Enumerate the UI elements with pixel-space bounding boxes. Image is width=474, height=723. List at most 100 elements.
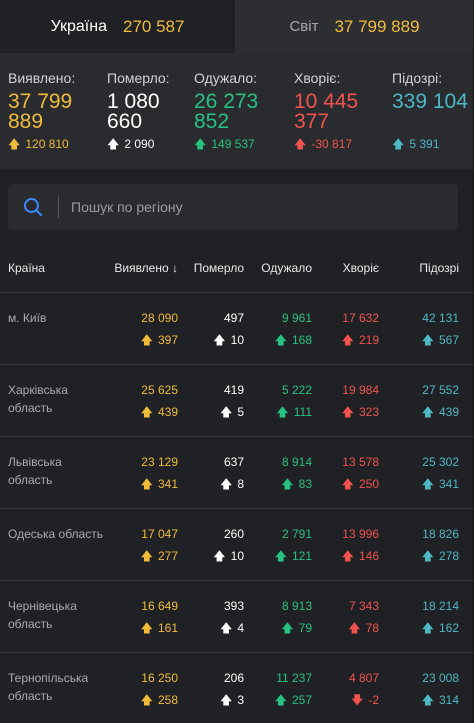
delta-value: 8 — [237, 477, 244, 491]
tab-ukraine-label: Україна — [50, 17, 107, 35]
region-name: Одеська область — [8, 527, 103, 541]
header-deaths[interactable]: Померло — [194, 261, 244, 275]
tab-ukraine[interactable]: Україна 270 587 — [0, 0, 235, 53]
table-row[interactable]: Чернівецька область 16 649 🡅 161 393 🡅 4 8 913 🡅… — [0, 581, 474, 653]
header-sick[interactable]: Хворіє — [343, 261, 379, 275]
susp-value: 27 552 — [422, 383, 459, 397]
delta-value: 219 — [358, 333, 379, 347]
recovered-delta: 🡅 257 — [275, 691, 312, 712]
arrow-up-icon: 🡅 — [421, 693, 434, 707]
delta-value: 250 — [358, 477, 379, 491]
arrow-up-icon: 🡅 — [274, 693, 287, 707]
header-confirmed[interactable]: Виявлено ↓ — [114, 261, 178, 275]
table-row[interactable]: Одеська область 17 047 🡅 277 260 🡅 10 2 791 🡅 121… — [0, 509, 474, 581]
tab-world[interactable]: Світ 37 799 889 — [235, 0, 474, 53]
arrow-up-icon: 🡅 — [140, 621, 153, 635]
delta-value: 341 — [438, 477, 459, 491]
arrow-up-icon: 🡅 — [281, 621, 294, 635]
sick-value: 19 984 — [342, 383, 379, 397]
arrow-up-icon: 🡅 — [421, 549, 434, 563]
delta-value: 2 090 — [124, 137, 155, 151]
summary-delta-suspected: 🡅 5 391 — [392, 135, 439, 156]
arrow-up-icon: 🡅 — [294, 137, 307, 151]
region-name: Чернівецька область — [8, 599, 77, 631]
deaths-value: 497 — [223, 311, 244, 325]
table-row[interactable]: Харківська область 25 625 🡅 439 419 🡅 5 5 222 🡅 1… — [0, 365, 474, 437]
sick-value: 4 807 — [348, 671, 379, 685]
confirmed-value: 25 625 — [141, 383, 178, 397]
susp-value: 23 008 — [422, 671, 459, 685]
recovered-value: 2 791 — [281, 527, 312, 541]
recovered-value: 9 961 — [281, 311, 312, 325]
recovered-delta: 🡅 111 — [276, 403, 312, 424]
delta-value: 78 — [365, 621, 379, 635]
confirmed-value: 16 250 — [141, 671, 178, 685]
search-input[interactable] — [59, 184, 458, 230]
delta-value: 567 — [438, 333, 459, 347]
deaths-value: 393 — [223, 599, 244, 613]
arrow-up-icon: 🡅 — [107, 137, 120, 151]
table-body: м. Київ 28 090 🡅 397 497 🡅 10 9 961 🡅 168 17 632 🡅 2… — [0, 293, 474, 723]
confirmed-value: 28 090 — [141, 311, 178, 325]
arrow-up-icon: 🡅 — [219, 621, 233, 635]
delta-value: 341 — [157, 477, 178, 491]
summary-label: Виявлено: — [8, 70, 76, 86]
delta-value: 4 — [237, 621, 244, 635]
confirmed-value: 17 047 — [141, 527, 178, 541]
arrow-up-icon: 🡅 — [219, 477, 233, 491]
header-suspected[interactable]: Підозрі — [419, 261, 459, 275]
delta-value: 3 — [237, 693, 244, 707]
deaths-value: 206 — [223, 671, 244, 685]
summary-delta-sick: 🡅 -30 817 — [294, 135, 352, 156]
search-icon[interactable] — [8, 184, 58, 230]
delta-value: 257 — [291, 693, 312, 707]
summary-deaths: Померло: 1 080 660 — [107, 69, 192, 132]
susp-delta: 🡅 341 — [422, 475, 459, 496]
delta-value: 120 810 — [25, 137, 69, 151]
confirmed-delta: 🡅 277 — [141, 547, 178, 568]
delta-value: 314 — [438, 693, 459, 707]
region-search[interactable] — [8, 184, 458, 230]
regions-table: Країна Виявлено ↓ Померло Одужало Хворіє… — [0, 243, 474, 723]
delta-value: 5 391 — [409, 137, 440, 151]
summary-label: Одужало: — [194, 70, 258, 86]
arrow-up-icon: 🡅 — [421, 405, 434, 419]
summary-value: 339 104 — [392, 90, 468, 113]
header-country[interactable]: Країна — [8, 261, 45, 275]
sick-delta: 🡇 -2 — [351, 691, 379, 712]
delta-value: 10 — [230, 549, 244, 563]
arrow-up-icon: 🡅 — [341, 405, 354, 419]
sick-value: 7 343 — [348, 599, 379, 613]
deaths-value: 419 — [223, 383, 244, 397]
arrow-up-icon: 🡅 — [274, 549, 287, 563]
delta-value: 168 — [291, 333, 312, 347]
table-row[interactable]: Тернопільська область 16 250 🡅 258 206 🡅 3 11 2… — [0, 653, 474, 723]
delta-value: 10 — [230, 333, 244, 347]
region-name: м. Київ — [8, 311, 47, 325]
arrow-up-icon: 🡅 — [421, 477, 434, 491]
table-row[interactable]: м. Київ 28 090 🡅 397 497 🡅 10 9 961 🡅 168 17 632 🡅 2… — [0, 293, 474, 365]
arrow-up-icon: 🡅 — [140, 693, 153, 707]
table-row[interactable]: Львівська область 23 129 🡅 341 637 🡅 8 8 914 🡅 83… — [0, 437, 474, 509]
recovered-delta: 🡅 79 — [281, 619, 312, 640]
deaths-delta: 🡅 8 — [220, 475, 244, 496]
arrow-up-icon: 🡅 — [219, 693, 233, 707]
arrow-up-icon: 🡅 — [140, 333, 153, 347]
delta-value: 162 — [438, 621, 459, 635]
summary-delta-recovered: 🡅 149 537 — [194, 135, 255, 156]
deaths-delta: 🡅 10 — [213, 331, 244, 352]
arrow-up-icon: 🡅 — [8, 137, 21, 151]
recovered-value: 8 914 — [281, 455, 312, 469]
table-header: Країна Виявлено ↓ Померло Одужало Хворіє… — [0, 243, 474, 293]
arrow-up-icon: 🡅 — [194, 137, 207, 151]
header-recovered[interactable]: Одужало — [261, 261, 312, 275]
arrow-up-icon: 🡅 — [140, 405, 153, 419]
arrow-up-icon: 🡅 — [341, 477, 354, 491]
susp-value: 42 131 — [422, 311, 459, 325]
summary-value: 37 799 889 — [8, 90, 73, 133]
region-name: Тернопільська область — [8, 671, 89, 703]
delta-value: -2 — [368, 693, 379, 707]
summary-panel: Виявлено: 37 799 889 Померло: 1 080 660 … — [0, 53, 474, 169]
recovered-delta: 🡅 168 — [275, 331, 312, 352]
recovered-value: 8 913 — [281, 599, 312, 613]
